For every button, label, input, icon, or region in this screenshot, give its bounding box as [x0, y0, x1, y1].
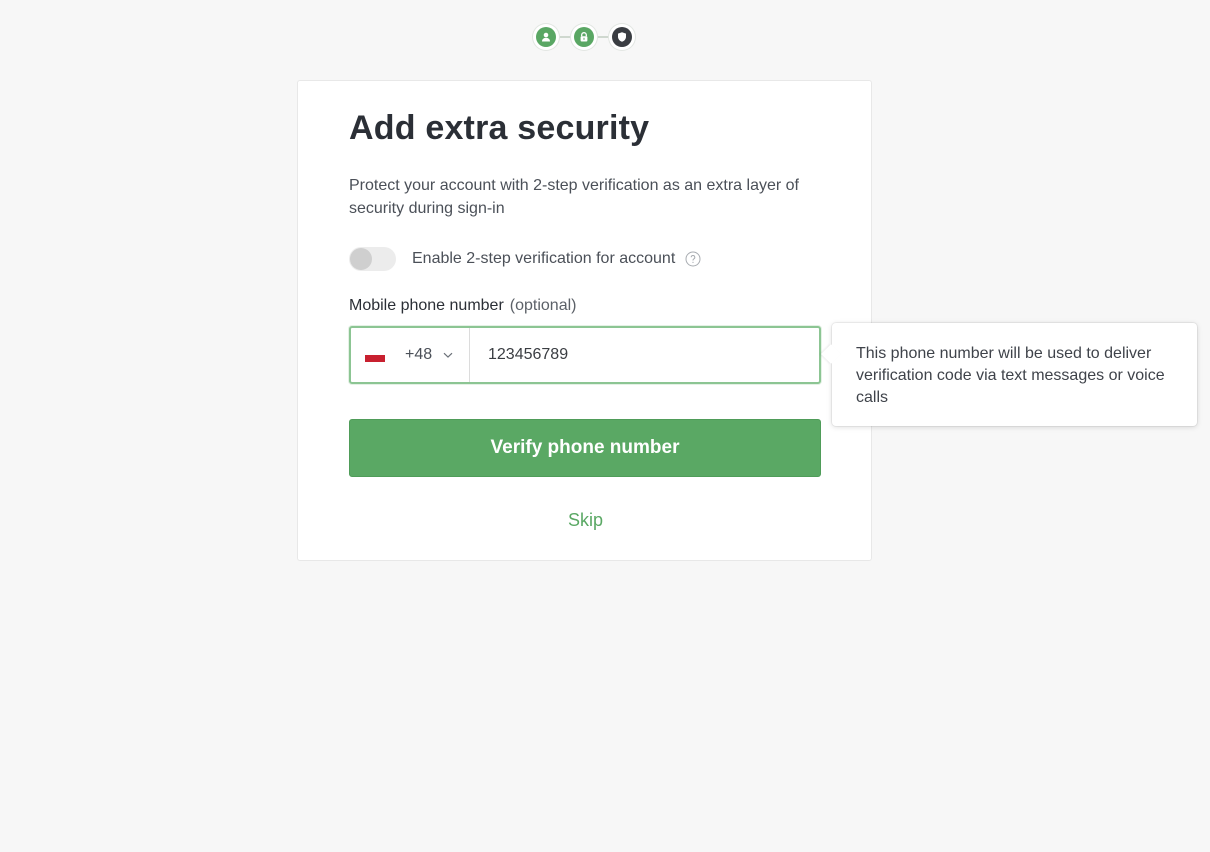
step-account [533, 24, 559, 50]
lock-icon [574, 27, 594, 47]
shield-icon [612, 27, 632, 47]
two-step-toggle-label: Enable 2-step verification for account [412, 250, 676, 267]
two-step-toggle[interactable] [349, 247, 396, 271]
poland-flag-icon [365, 348, 385, 362]
two-step-toggle-row: Enable 2-step verification for account [349, 246, 701, 272]
question-circle-icon[interactable] [685, 251, 701, 267]
toggle-knob [350, 248, 372, 270]
chevron-down-icon [442, 349, 454, 361]
skip-link[interactable]: Skip [298, 510, 873, 531]
phone-label: Mobile phone number [349, 297, 504, 314]
page-title: Add extra security [349, 109, 650, 147]
security-card: Add extra security Protect your account … [297, 80, 872, 561]
phone-field-label: Mobile phone number (optional) [349, 297, 576, 315]
country-code-select[interactable]: +48 [351, 328, 470, 382]
phone-help-tooltip: This phone number will be used to delive… [832, 323, 1197, 426]
country-dial-code: +48 [405, 346, 433, 363]
phone-number-input[interactable] [470, 328, 819, 382]
phone-input-group: +48 [349, 326, 821, 384]
step-password [571, 24, 597, 50]
user-icon [536, 27, 556, 47]
progress-steps [533, 23, 637, 51]
tooltip-text: This phone number will be used to delive… [856, 345, 1165, 406]
verify-phone-button[interactable]: Verify phone number [349, 419, 821, 477]
optional-label: (optional) [509, 297, 577, 314]
page-description: Protect your account with 2-step verific… [349, 177, 799, 217]
step-security [609, 24, 635, 50]
